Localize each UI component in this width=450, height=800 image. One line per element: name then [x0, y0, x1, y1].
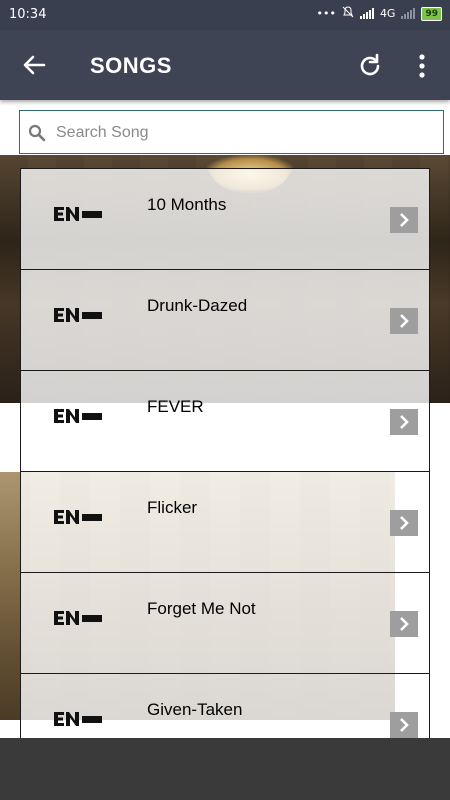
song-title: Given-Taken [147, 700, 243, 719]
song-title: Forget Me Not [147, 599, 256, 618]
bottom-bar [0, 738, 450, 800]
app-bar: SONGS [0, 30, 450, 100]
network-type: 4G [379, 7, 396, 20]
song-title: Flicker [147, 498, 198, 517]
enhypen-logo-icon [54, 308, 102, 322]
song-title: FEVER [147, 397, 204, 416]
chevron-right-icon[interactable] [390, 510, 418, 536]
song-row-drunk-dazed[interactable]: Drunk-Dazed [20, 269, 430, 370]
status-time: 10:34 [9, 7, 47, 22]
search-icon [28, 124, 46, 142]
chevron-right-icon[interactable] [390, 308, 418, 334]
enhypen-logo-icon [54, 611, 102, 625]
enhypen-logo-icon [54, 712, 102, 726]
back-arrow-icon[interactable] [20, 51, 48, 79]
enhypen-logo-icon [54, 510, 102, 524]
battery-icon: 99 [421, 6, 442, 21]
song-title: 10 Months [147, 195, 227, 214]
song-row-flicker[interactable]: Flicker [20, 471, 430, 572]
song-row-forget-me-not[interactable]: Forget Me Not [20, 572, 430, 673]
enhypen-logo-icon [54, 409, 102, 423]
signal-2-icon [401, 8, 416, 19]
song-row-given-taken[interactable]: Given-Taken [20, 673, 430, 738]
song-list: 10 Months Drunk-Dazed FEVER Flicker Forg… [20, 168, 430, 738]
chevron-right-icon[interactable] [390, 409, 418, 435]
song-title: Drunk-Dazed [147, 296, 248, 315]
status-icons: ••• 4G 99 [316, 6, 442, 21]
search-input[interactable] [54, 111, 443, 155]
chevron-right-icon[interactable] [390, 712, 418, 738]
more-vert-icon[interactable] [410, 52, 434, 80]
page-title: SONGS [90, 53, 172, 78]
song-row-fever[interactable]: FEVER [20, 370, 430, 471]
search-bar[interactable] [19, 110, 444, 155]
signal-icon [359, 8, 374, 19]
chevron-right-icon[interactable] [390, 611, 418, 637]
song-row-10-months[interactable]: 10 Months [20, 168, 430, 269]
enhypen-logo-icon [54, 207, 102, 221]
status-bar: 10:34 ••• 4G 99 [0, 0, 450, 30]
refresh-icon[interactable] [356, 52, 384, 80]
mute-bell-icon [342, 6, 354, 21]
notification-dots-icon: ••• [316, 7, 336, 20]
chevron-right-icon[interactable] [390, 207, 418, 233]
